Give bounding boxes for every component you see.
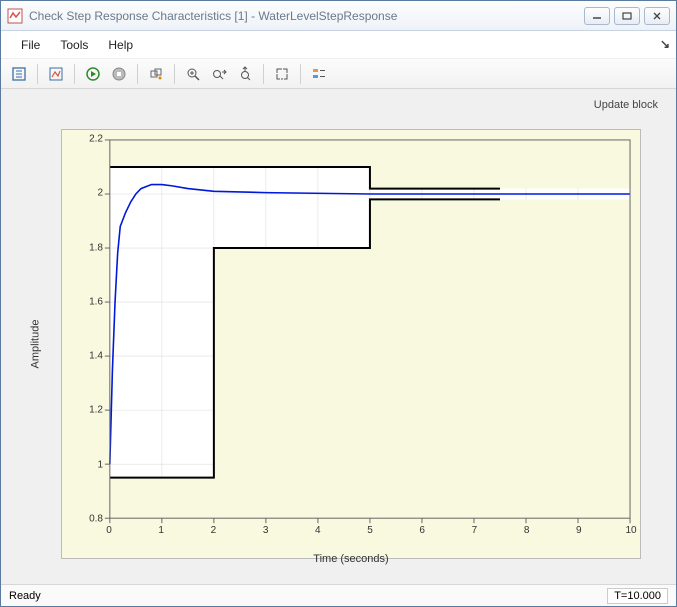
x-axis-label: Time (seconds) <box>61 553 641 565</box>
toolbar-divider <box>174 64 175 84</box>
close-button[interactable] <box>644 7 670 25</box>
zoom-in-button[interactable] <box>181 63 205 85</box>
x-tick-label: 0 <box>106 525 112 536</box>
menu-help[interactable]: Help <box>98 34 143 56</box>
y-axis-label: Amplitude <box>29 320 41 369</box>
highlight-block-button[interactable] <box>144 63 168 85</box>
x-tick-label: 6 <box>419 525 425 536</box>
minimize-button[interactable] <box>584 7 610 25</box>
maximize-button[interactable] <box>614 7 640 25</box>
toolbar-divider <box>37 64 38 84</box>
update-block-link[interactable]: Update block <box>594 99 658 111</box>
legend-button[interactable] <box>307 63 331 85</box>
x-tick-label: 7 <box>472 525 478 536</box>
x-tick-label: 9 <box>576 525 582 536</box>
window-title: Check Step Response Characteristics [1] … <box>29 9 584 23</box>
y-tick-label: 2 <box>73 188 103 199</box>
y-tick-label: 0.8 <box>73 514 103 525</box>
zoom-x-button[interactable] <box>207 63 231 85</box>
y-tick-label: 1.2 <box>73 405 103 416</box>
stop-button[interactable] <box>107 63 131 85</box>
x-tick-label: 4 <box>315 525 321 536</box>
zoom-y-button[interactable] <box>233 63 257 85</box>
status-ready: Ready <box>9 590 41 602</box>
y-tick-label: 2.2 <box>73 134 103 145</box>
chart-area[interactable]: Amplitude Time (seconds) 012345678910 0.… <box>61 129 641 559</box>
x-tick-label: 3 <box>263 525 269 536</box>
y-tick-label: 1.6 <box>73 296 103 307</box>
menu-file[interactable]: File <box>11 34 50 56</box>
status-time: T=10.000 <box>607 588 668 604</box>
full-view-button[interactable] <box>270 63 294 85</box>
undock-icon[interactable]: ↘ <box>660 37 670 51</box>
x-tick-label: 8 <box>524 525 530 536</box>
x-tick-label: 10 <box>625 525 636 536</box>
menu-tools[interactable]: Tools <box>50 34 98 56</box>
plot-options-button[interactable] <box>44 63 68 85</box>
toolbar-divider <box>263 64 264 84</box>
app-icon <box>7 8 23 24</box>
x-tick-label: 2 <box>211 525 217 536</box>
toolbar-divider <box>137 64 138 84</box>
chart-svg <box>61 129 641 559</box>
y-tick-label: 1 <box>73 459 103 470</box>
x-tick-label: 1 <box>158 525 164 536</box>
y-tick-label: 1.4 <box>73 351 103 362</box>
new-figure-button[interactable] <box>7 63 31 85</box>
x-tick-label: 5 <box>367 525 373 536</box>
y-tick-label: 1.8 <box>73 242 103 253</box>
run-button[interactable] <box>81 63 105 85</box>
toolbar-divider <box>300 64 301 84</box>
toolbar-divider <box>74 64 75 84</box>
